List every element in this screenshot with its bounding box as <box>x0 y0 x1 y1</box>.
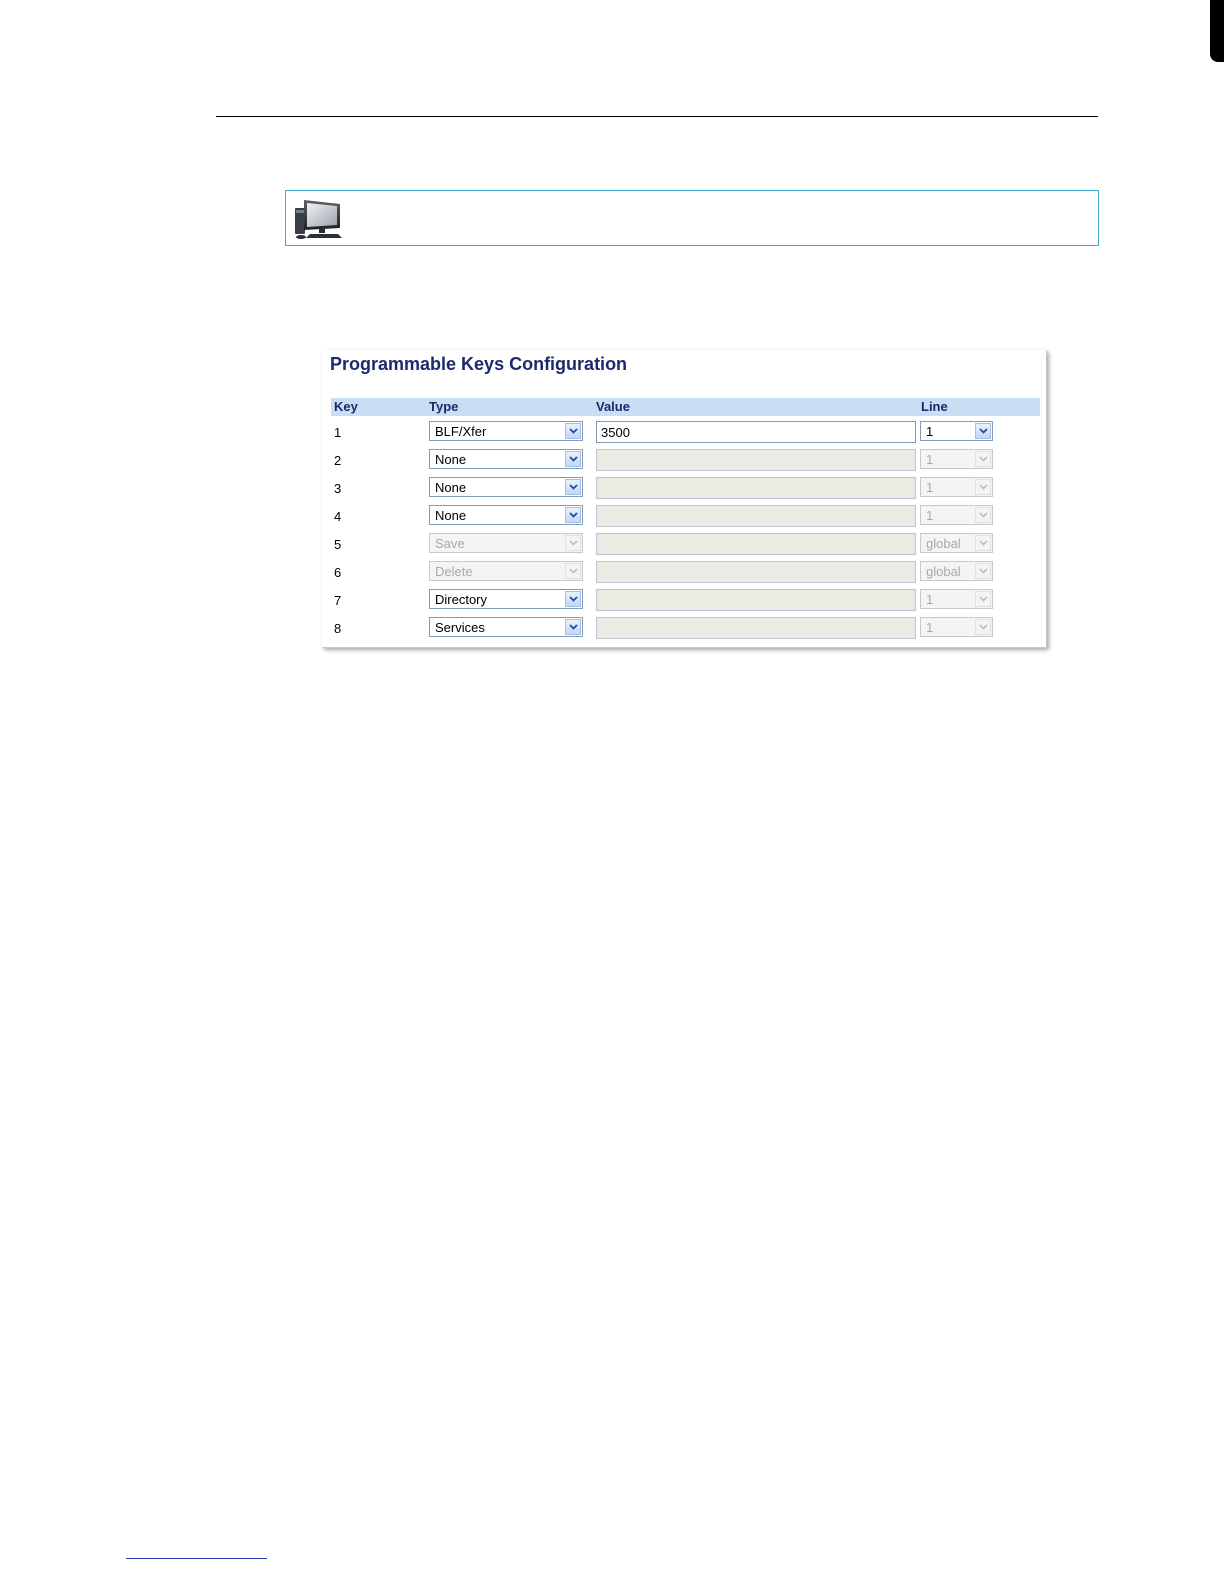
type-select: Delete <box>429 561 583 581</box>
table-row: 3 None 1 <box>322 477 1046 501</box>
key-number: 7 <box>334 593 342 608</box>
chevron-down-icon[interactable] <box>565 479 581 495</box>
note-box <box>285 190 1099 246</box>
type-select[interactable]: Directory <box>429 589 583 609</box>
line-select: 1 <box>920 617 993 637</box>
page-edge-tab <box>1210 0 1224 62</box>
chevron-down-icon[interactable] <box>565 619 581 635</box>
chevron-down-icon[interactable] <box>975 423 991 439</box>
line-select-value: 1 <box>926 620 934 635</box>
type-select[interactable]: BLF/Xfer <box>429 421 583 441</box>
type-select-value: None <box>435 480 467 495</box>
line-select-value: 1 <box>926 424 934 439</box>
chevron-down-icon <box>975 451 991 467</box>
type-select-value: BLF/Xfer <box>435 424 487 439</box>
footnote-rule <box>126 1558 267 1559</box>
value-input[interactable]: 3500 <box>596 421 916 443</box>
line-select-value: 1 <box>926 452 934 467</box>
table-row: 7 Directory 1 <box>322 589 1046 613</box>
line-select: 1 <box>920 449 993 469</box>
column-header-value: Value <box>596 399 630 414</box>
chevron-down-icon[interactable] <box>565 507 581 523</box>
column-header-type: Type <box>429 399 459 414</box>
key-number: 5 <box>334 537 342 552</box>
value-input <box>596 505 916 527</box>
value-input <box>596 589 916 611</box>
chevron-down-icon <box>975 563 991 579</box>
table-row: 4 None 1 <box>322 505 1046 529</box>
line-select: 1 <box>920 477 993 497</box>
key-number: 6 <box>334 565 342 580</box>
type-select-value: None <box>435 452 467 467</box>
table-row: 2 None 1 <box>322 449 1046 473</box>
table-row: 1 BLF/Xfer 3500 1 <box>322 421 1046 445</box>
line-select-value: 1 <box>926 508 934 523</box>
computer-monitor-icon <box>292 196 344 242</box>
type-select-value: None <box>435 508 467 523</box>
type-select-value: Directory <box>435 592 488 607</box>
value-input <box>596 533 916 555</box>
chevron-down-icon <box>975 591 991 607</box>
type-select[interactable]: None <box>429 505 583 525</box>
chevron-down-icon <box>975 479 991 495</box>
type-select[interactable]: Services <box>429 617 583 637</box>
line-select[interactable]: 1 <box>920 421 993 441</box>
programmable-keys-panel: Programmable Keys Configuration Key Type… <box>322 350 1047 648</box>
line-select-value: global <box>926 564 961 579</box>
header-rule <box>216 116 1098 117</box>
table-row: 8 Services 1 <box>322 617 1046 641</box>
line-select-value: 1 <box>926 592 934 607</box>
chevron-down-icon <box>975 507 991 523</box>
key-number: 1 <box>334 425 342 440</box>
type-select: Save <box>429 533 583 553</box>
chevron-down-icon <box>565 563 581 579</box>
line-select: 1 <box>920 589 993 609</box>
value-input <box>596 449 916 471</box>
line-select-value: 1 <box>926 480 934 495</box>
value-input <box>596 561 916 583</box>
value-input <box>596 617 916 639</box>
type-select-value: Delete <box>435 564 473 579</box>
table-row: 5 Save global <box>322 533 1046 557</box>
line-select: global <box>920 561 993 581</box>
chevron-down-icon <box>565 535 581 551</box>
table-row: 6 Delete global <box>322 561 1046 585</box>
type-select-value: Services <box>435 620 485 635</box>
key-number: 8 <box>334 621 342 636</box>
table-header: Key Type Value Line <box>331 398 1040 416</box>
value-input <box>596 477 916 499</box>
key-number: 3 <box>334 481 342 496</box>
chevron-down-icon[interactable] <box>565 591 581 607</box>
chevron-down-icon[interactable] <box>565 423 581 439</box>
value-input-text: 3500 <box>601 425 630 440</box>
line-select: global <box>920 533 993 553</box>
type-select[interactable]: None <box>429 477 583 497</box>
chevron-down-icon <box>975 535 991 551</box>
chevron-down-icon[interactable] <box>565 451 581 467</box>
type-select[interactable]: None <box>429 449 583 469</box>
chevron-down-icon <box>975 619 991 635</box>
key-number: 4 <box>334 509 342 524</box>
line-select: 1 <box>920 505 993 525</box>
panel-title: Programmable Keys Configuration <box>330 354 628 374</box>
column-header-key: Key <box>334 399 358 414</box>
type-select-value: Save <box>435 536 465 551</box>
line-select-value: global <box>926 536 961 551</box>
column-header-line: Line <box>921 399 948 414</box>
key-number: 2 <box>334 453 342 468</box>
